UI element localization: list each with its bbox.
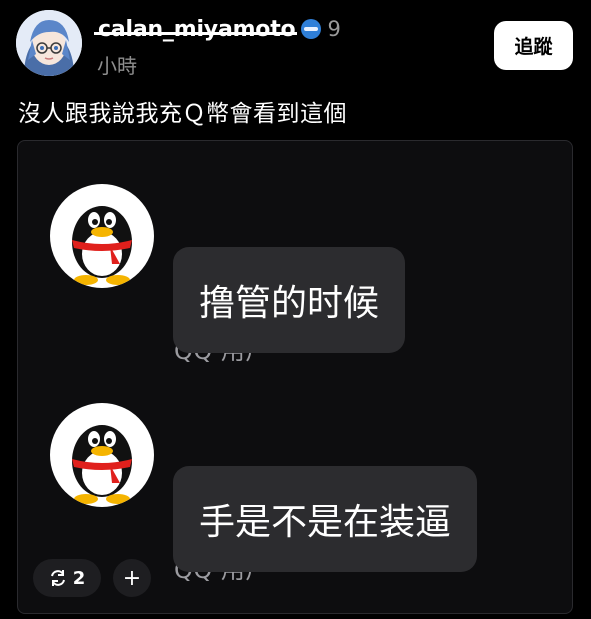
chat-message: QQ 用户 撸管的时候 [18, 141, 572, 365]
user-avatar[interactable] [16, 10, 82, 76]
verified-icon [301, 19, 322, 39]
chat-bubble: 撸管的时候 [173, 247, 406, 353]
username[interactable]: calan_miyamoto [93, 17, 298, 42]
avatar-anime-icon [16, 10, 82, 76]
chat-bubble: 手是不是在装逼 [173, 466, 478, 572]
follow-button[interactable]: 追蹤 [494, 21, 573, 70]
chat-message: QQ 用户 手是不是在装逼 [18, 360, 572, 584]
action-bar: 2 + [33, 559, 151, 599]
username-row: calan_miyamoto 9 [93, 14, 341, 44]
post-header: calan_miyamoto 9 小時 追蹤 [0, 0, 591, 90]
add-button[interactable]: + [113, 559, 151, 597]
qq-penguin-icon [50, 403, 154, 507]
qq-penguin-icon [50, 184, 154, 288]
post-timestamp: 小時 [97, 54, 137, 78]
follower-count: 9 [327, 17, 341, 41]
repost-icon [50, 570, 65, 586]
post-caption: 沒人跟我說我充Ｑ幣會看到這個 [18, 101, 347, 127]
repost-button[interactable]: 2 [33, 559, 101, 597]
repost-count: 2 [72, 567, 86, 589]
screenshot-image[interactable]: QQ 用户 撸管的时候 QQ 用户 手是不是在装逼 [17, 140, 573, 614]
